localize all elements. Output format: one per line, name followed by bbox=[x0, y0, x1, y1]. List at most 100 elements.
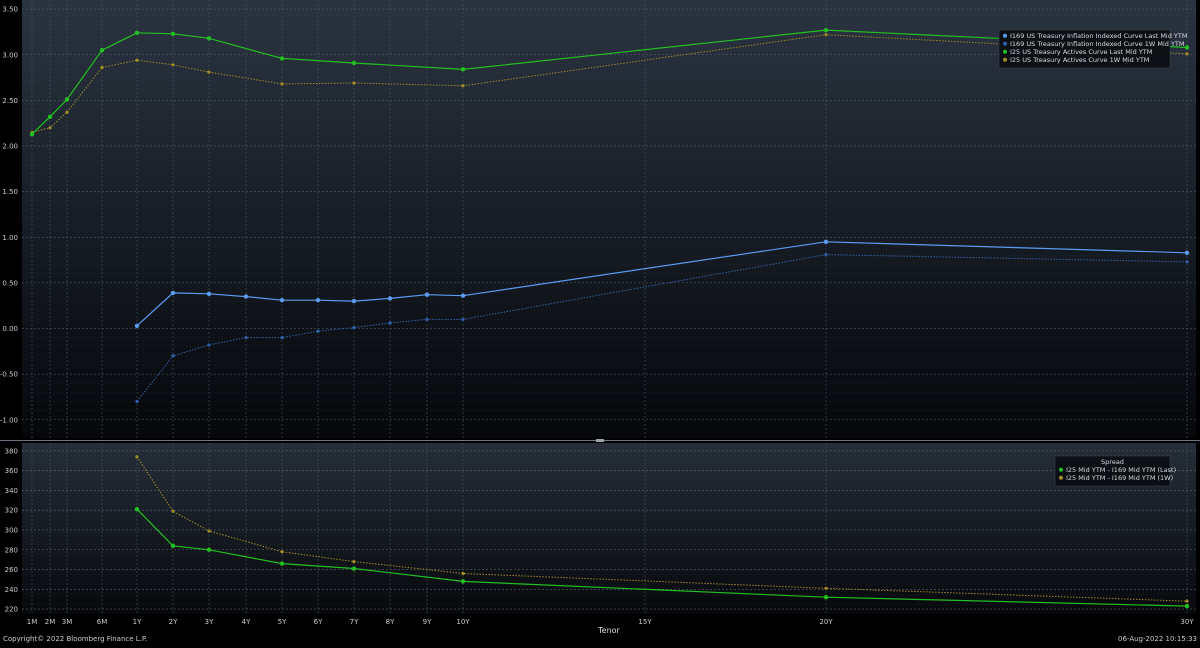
lower-data-point bbox=[134, 507, 140, 512]
upper-data-point bbox=[352, 325, 356, 330]
y-tick-label: 0.50 bbox=[2, 279, 18, 287]
yield-curve-chart: 3.50 3.00 2.50 2.00 1.50 1.00 0.50 0.00 -0.50 -1.… bbox=[0, 0, 1200, 644]
legend-entry: I25 Mid YTM - I169 Mid YTM (1W) bbox=[1066, 474, 1173, 482]
legend-entry: I25 Mid YTM - I169 Mid YTM (Last) bbox=[1066, 466, 1176, 474]
lower-data-point bbox=[461, 571, 465, 576]
x-tick-label: 2Y bbox=[169, 618, 178, 626]
upper-data-point bbox=[280, 336, 284, 340]
y-tick-label: -0.50 bbox=[0, 371, 18, 379]
upper-data-point bbox=[460, 293, 466, 298]
upper-data-point bbox=[1185, 260, 1189, 264]
upper-data-point bbox=[461, 317, 465, 321]
upper-data-point bbox=[315, 298, 321, 303]
lower-data-point bbox=[279, 561, 285, 566]
upper-data-point bbox=[425, 317, 429, 321]
upper-data-point bbox=[387, 296, 393, 301]
y-tick-label: 2.50 bbox=[2, 97, 18, 105]
lower-data-point bbox=[1184, 603, 1190, 609]
x-tick-label: 6M bbox=[97, 618, 108, 626]
upper-data-point bbox=[352, 81, 356, 85]
upper-data-point bbox=[279, 56, 285, 61]
legend-title: Spread bbox=[1101, 458, 1124, 466]
upper-data-point bbox=[29, 131, 35, 137]
upper-data-point bbox=[170, 290, 176, 296]
y-tick-label: 240 bbox=[5, 586, 18, 594]
upper-data-point bbox=[171, 63, 175, 67]
x-tick-label: 8Y bbox=[386, 618, 395, 626]
panel-resize-handle bbox=[596, 439, 604, 442]
legend-marker bbox=[1003, 41, 1007, 46]
upper-data-point bbox=[461, 84, 465, 88]
y-tick-label: 1.50 bbox=[2, 188, 18, 196]
x-tick-label: 1Y bbox=[133, 618, 142, 626]
upper-data-point bbox=[1185, 52, 1189, 56]
upper-data-point bbox=[135, 399, 139, 404]
upper-data-point bbox=[170, 31, 176, 36]
lower-data-point bbox=[280, 550, 284, 554]
x-tick-label: 3M bbox=[62, 618, 73, 626]
lower-data-point bbox=[351, 566, 357, 571]
lower-data-point bbox=[823, 594, 829, 600]
upper-data-point bbox=[134, 30, 140, 36]
x-tick-label: 3Y bbox=[205, 618, 214, 626]
upper-data-point bbox=[207, 70, 211, 74]
lower-data-point bbox=[171, 509, 175, 513]
legend-marker bbox=[1003, 57, 1007, 62]
x-tick-label: 9Y bbox=[423, 618, 432, 626]
lower-data-point bbox=[135, 455, 139, 459]
timestamp-text: 06-Aug-2022 10:15:33 bbox=[1118, 635, 1197, 643]
lower-data-point bbox=[170, 543, 176, 548]
legend-marker bbox=[1059, 467, 1063, 472]
upper-data-point bbox=[1184, 45, 1190, 50]
upper-data-point bbox=[243, 294, 249, 299]
x-tick-label: 4Y bbox=[242, 618, 251, 626]
lower-data-point bbox=[1185, 599, 1189, 603]
upper-data-point bbox=[64, 97, 70, 102]
lower-data-point bbox=[207, 529, 211, 533]
y-tick-label: 3.50 bbox=[2, 6, 18, 14]
upper-data-point bbox=[316, 329, 320, 333]
legend-entry: I169 US Treasury Inflation Indexed Curve… bbox=[1010, 40, 1185, 48]
upper-data-point bbox=[171, 354, 175, 358]
x-tick-label: 5Y bbox=[278, 618, 287, 626]
chart-canvas: 3.50 3.00 2.50 2.00 1.50 1.00 0.50 0.00 -0.50 -1.… bbox=[0, 0, 1200, 644]
y-tick-label: -1.00 bbox=[0, 416, 18, 424]
lower-data-point bbox=[460, 579, 466, 584]
y-tick-label: 340 bbox=[5, 487, 18, 495]
lower-data-point bbox=[352, 560, 356, 564]
lower-data-point bbox=[206, 547, 212, 552]
upper-data-point bbox=[207, 343, 211, 347]
y-tick-label: 2.00 bbox=[2, 143, 18, 151]
y-tick-label: 280 bbox=[5, 546, 18, 554]
upper-data-point bbox=[351, 60, 357, 66]
y-tick-label: 260 bbox=[5, 566, 18, 574]
upper-data-point bbox=[388, 321, 392, 325]
upper-data-point bbox=[279, 298, 285, 303]
upper-data-point bbox=[1184, 250, 1190, 255]
y-tick-label: 3.00 bbox=[2, 51, 18, 59]
legend-entry: I25 US Treasury Actives Curve 1W Mid YTM bbox=[1010, 56, 1149, 64]
y-tick-label: 300 bbox=[5, 526, 18, 534]
lower-data-point bbox=[824, 586, 828, 590]
y-tick-label: 0.00 bbox=[2, 325, 18, 333]
x-tick-label: 20Y bbox=[819, 618, 833, 626]
upper-data-point bbox=[460, 67, 466, 72]
legend-marker bbox=[1059, 475, 1063, 480]
copyright-text: Copyright© 2022 Bloomberg Finance L.P. bbox=[3, 635, 148, 643]
x-axis-label: Tenor bbox=[597, 626, 620, 635]
upper-data-point bbox=[824, 252, 828, 257]
upper-data-point bbox=[351, 298, 357, 304]
upper-data-point bbox=[206, 291, 212, 297]
legend-marker bbox=[1003, 33, 1007, 38]
y-tick-label: 1.00 bbox=[2, 234, 18, 242]
x-tick-label: 1M bbox=[27, 618, 38, 626]
x-tick-label: 10Y bbox=[456, 618, 470, 626]
upper-data-point bbox=[134, 323, 140, 328]
legend-entry: I169 US Treasury Inflation Indexed Curve… bbox=[1010, 32, 1187, 40]
x-tick-label: 2M bbox=[45, 618, 56, 626]
upper-data-point bbox=[100, 65, 104, 70]
x-tick-label: 6Y bbox=[314, 618, 323, 626]
upper-data-point bbox=[244, 336, 248, 340]
x-tick-label: 7Y bbox=[350, 618, 359, 626]
upper-data-point bbox=[65, 110, 69, 114]
